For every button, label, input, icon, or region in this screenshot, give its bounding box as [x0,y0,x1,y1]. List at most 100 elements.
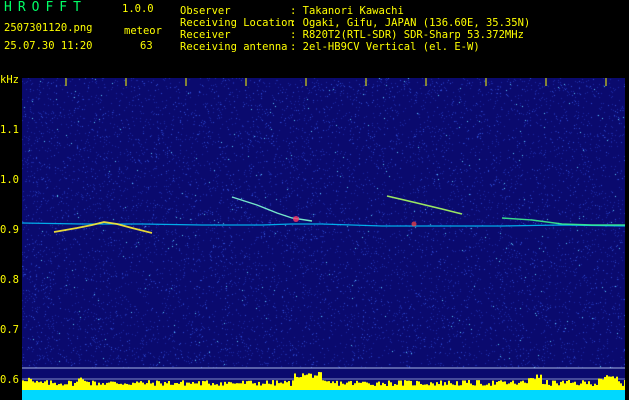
power-bar [346,382,348,390]
power-bar [182,380,184,390]
app-name: HROFFT [4,0,87,15]
power-bar [332,381,334,390]
power-bar [438,384,440,390]
power-bar [40,381,42,390]
power-bar [254,383,256,390]
power-bar [156,380,158,390]
power-bar [550,385,552,390]
power-bar [614,378,616,390]
power-bar [270,384,272,390]
power-bar [564,383,566,390]
power-bar [312,377,314,390]
power-bar [316,375,318,390]
power-bar [94,381,96,390]
power-bar [418,381,420,390]
antenna-value: : 2el-HB9CV Vertical (el. E-W) [290,41,480,53]
power-bar [32,381,34,390]
power-bar [422,384,424,390]
power-bar [486,384,488,390]
power-bar [102,383,104,390]
power-bar [250,380,252,390]
power-bar [236,383,238,390]
power-bar [122,384,124,390]
power-bar [74,382,76,390]
power-bar [572,382,574,390]
power-bar [196,383,198,390]
power-bar [496,381,498,390]
power-bar [546,380,548,390]
power-bar [198,381,200,390]
power-bar [178,383,180,390]
power-bar [542,383,544,390]
power-bar [450,383,452,390]
power-bar [330,383,332,390]
power-bar [554,380,556,390]
power-bar [234,383,236,390]
power-bar [482,385,484,390]
power-bar [276,380,278,390]
power-bar [454,385,456,390]
power-bar [82,379,84,390]
power-bar [302,373,304,390]
power-bar [602,379,604,390]
power-bar [576,384,578,390]
power-bar [92,380,94,390]
observer-label: Observer [180,5,231,17]
meteor-echo-3 [386,195,463,215]
power-bar [586,384,588,390]
power-bar [164,381,166,390]
power-bar [274,385,276,390]
meteor-count: 63 [140,40,153,52]
power-bar [208,383,210,390]
power-bar [612,376,614,390]
power-bar [292,380,294,390]
power-bar [544,384,546,390]
power-bar [516,384,518,390]
power-bar [620,383,622,390]
power-bar [24,381,26,390]
receiver-label: Receiver [180,29,231,41]
power-bar [50,380,52,390]
power-bar [162,385,164,390]
power-bar [396,384,398,390]
power-bar [34,382,36,390]
power-bar [146,383,148,390]
power-bar [150,383,152,390]
power-bar [154,385,156,390]
power-bar [202,380,204,390]
power-bar [540,374,542,390]
power-bar [96,385,98,390]
power-bar [442,385,444,390]
power-bar [522,380,524,390]
power-bar [558,385,560,390]
power-bar [168,380,170,390]
y-unit-label: kHz [0,74,19,86]
power-bar [206,380,208,390]
power-bar [372,384,374,390]
power-bar [378,381,380,390]
receiver-value: : R820T2(RTL-SDR) SDR-Sharp 53.372MHz [290,29,524,41]
power-bar [436,382,438,390]
power-bar [532,378,534,390]
power-bar [478,380,480,390]
power-bar [352,385,354,390]
power-bar [262,383,264,390]
power-bar [492,380,494,390]
power-bar [318,372,320,390]
power-bar [370,384,372,390]
date-time: 25.07.30 11:20 [4,40,93,52]
power-bar [112,381,114,390]
power-bar [278,383,280,390]
power-bar [462,380,464,390]
power-bar [464,380,466,390]
power-bar [420,383,422,390]
power-bar [416,380,418,390]
power-bar [300,377,302,390]
power-bar [510,382,512,390]
power-bar [248,380,250,390]
power-bar [288,380,290,390]
power-bar [62,385,64,390]
power-bar [426,384,428,390]
location-label: Receiving Location [180,17,294,29]
power-bar [402,385,404,390]
